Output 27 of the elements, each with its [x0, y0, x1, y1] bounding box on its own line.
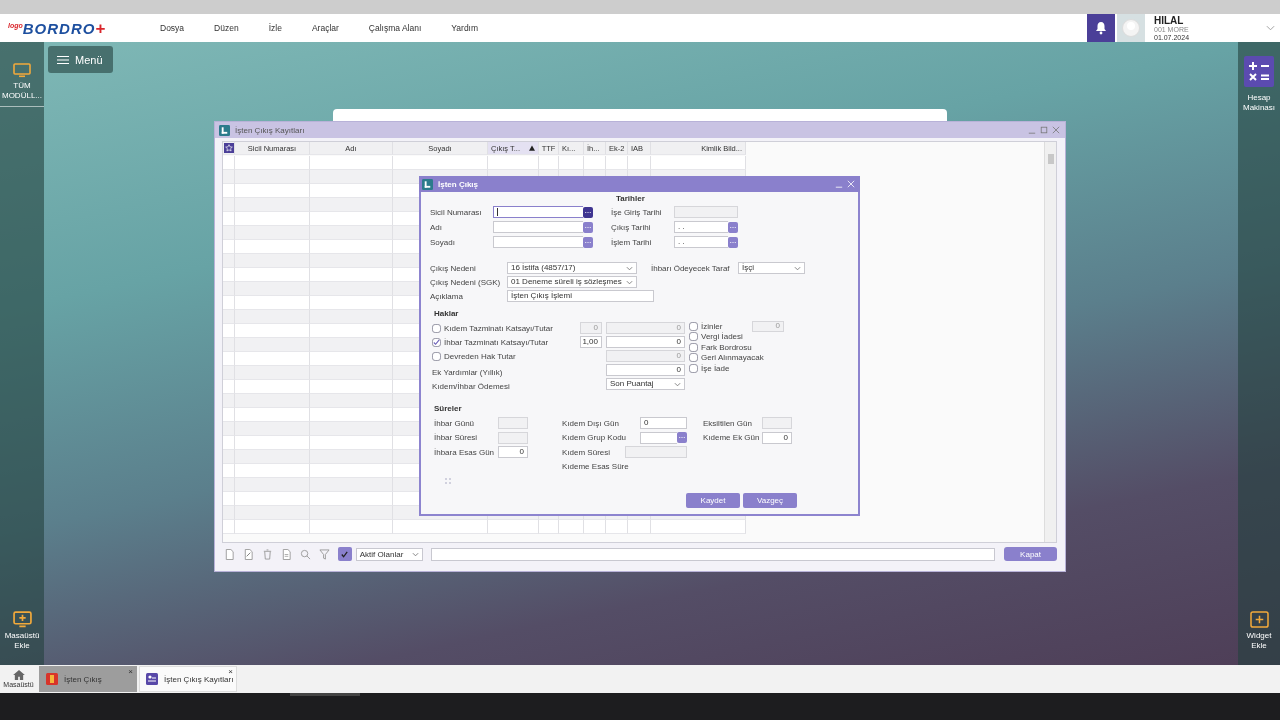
section-title: Süreler [434, 404, 463, 414]
field-label: İhbarı Ödeyecek Taraf [651, 263, 731, 273]
field-label: Kıdem Grup Kodu [562, 433, 628, 443]
field-label: Çıkış Nedeni (SGK) [430, 277, 502, 287]
field-label: Kıdeme Ek Gün [703, 433, 761, 443]
field-label: Çıkış Tarihi [611, 222, 652, 232]
field-label: Sicil Numarası [430, 207, 483, 217]
field-label: İhbar Günü [434, 418, 476, 428]
field-label: Açıklama [430, 291, 464, 301]
field-label: İhbara Esas Gün [434, 447, 496, 457]
field-label: Eksiltilen Gün [703, 418, 753, 428]
field-label: İhbar Süresi [434, 433, 479, 443]
field-label: Adı [430, 222, 443, 232]
user-name: HILAL [1154, 14, 1185, 26]
field-label: Ek Yardımlar (Yıllık) [432, 368, 503, 377]
field-label: Kıdem/İhbar Ödemesi [432, 382, 510, 391]
field-label: İşe Giriş Tarihi [611, 207, 663, 217]
dialog-title: İşten Çıkış [438, 179, 478, 189]
field-label: Kıdem Dışı Gün [562, 418, 620, 428]
field-label: Soyadı [430, 237, 456, 247]
field-label: İşlem Tarihi [611, 237, 653, 247]
field-label: Kıdem Süresi [562, 447, 612, 457]
section-title: Haklar [434, 309, 460, 319]
section-title: Tarihler [616, 194, 646, 204]
field-label: Çıkış Nedeni [430, 263, 477, 273]
window-title: İşten Çıkış Kayıtları [235, 125, 305, 135]
field-label: Kıdeme Esas Süre [562, 462, 630, 472]
